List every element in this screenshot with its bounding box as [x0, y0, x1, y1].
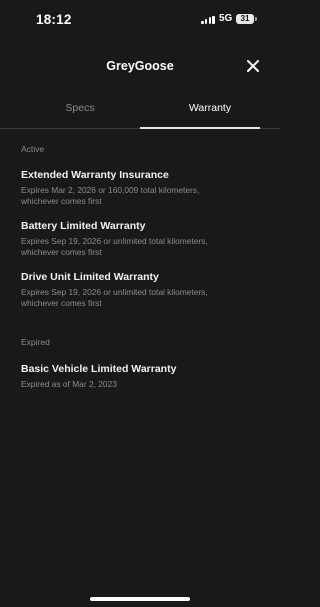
page-title: GreyGoose	[106, 59, 174, 73]
battery-icon: 31	[236, 14, 257, 24]
warranty-item[interactable]: Extended Warranty Insurance Expires Mar …	[21, 169, 266, 207]
warranty-title: Drive Unit Limited Warranty	[21, 271, 159, 283]
warranty-detail-line: Expires Sep 19, 2026 or unlimited total …	[21, 236, 208, 246]
warranty-detail-line: Expires Sep 19, 2026 or unlimited total …	[21, 287, 208, 297]
status-time: 18:12	[36, 12, 72, 27]
warranty-details: Expires Sep 19, 2026 or unlimited total …	[21, 236, 266, 258]
tab-specs[interactable]: Specs	[10, 92, 150, 128]
close-icon[interactable]	[244, 57, 262, 75]
header: GreyGoose	[0, 52, 280, 82]
warranty-details: Expires Mar 2, 2026 or 160,009 total kil…	[21, 185, 266, 207]
warranty-item[interactable]: Basic Vehicle Limited Warranty Expired a…	[21, 363, 266, 390]
section-label-active: Active	[21, 144, 45, 154]
warranty-title: Extended Warranty Insurance	[21, 169, 169, 181]
warranty-details: Expires Sep 19, 2026 or unlimited total …	[21, 287, 266, 309]
tab-bar: Specs Warranty	[0, 92, 280, 129]
home-indicator[interactable]	[90, 597, 190, 601]
warranty-title: Basic Vehicle Limited Warranty	[21, 363, 177, 375]
tab-warranty[interactable]: Warranty	[140, 92, 280, 129]
warranty-detail-line: whichever comes first	[21, 247, 102, 257]
warranty-detail-line: whichever comes first	[21, 196, 102, 206]
warranty-detail-line: Expires Mar 2, 2026 or 160,009 total kil…	[21, 185, 200, 195]
warranty-item[interactable]: Battery Limited Warranty Expires Sep 19,…	[21, 220, 266, 258]
warranty-detail-line: whichever comes first	[21, 298, 102, 308]
signal-icon	[201, 16, 215, 24]
warranty-item[interactable]: Drive Unit Limited Warranty Expires Sep …	[21, 271, 266, 309]
warranty-detail-line: Expired as of Mar 2, 2023	[21, 379, 117, 389]
status-bar: 18:12 5G 31	[0, 0, 280, 40]
section-label-expired: Expired	[21, 337, 50, 347]
network-type: 5G	[219, 13, 233, 24]
warranty-title: Battery Limited Warranty	[21, 220, 146, 232]
warranty-details: Expired as of Mar 2, 2023	[21, 379, 266, 390]
